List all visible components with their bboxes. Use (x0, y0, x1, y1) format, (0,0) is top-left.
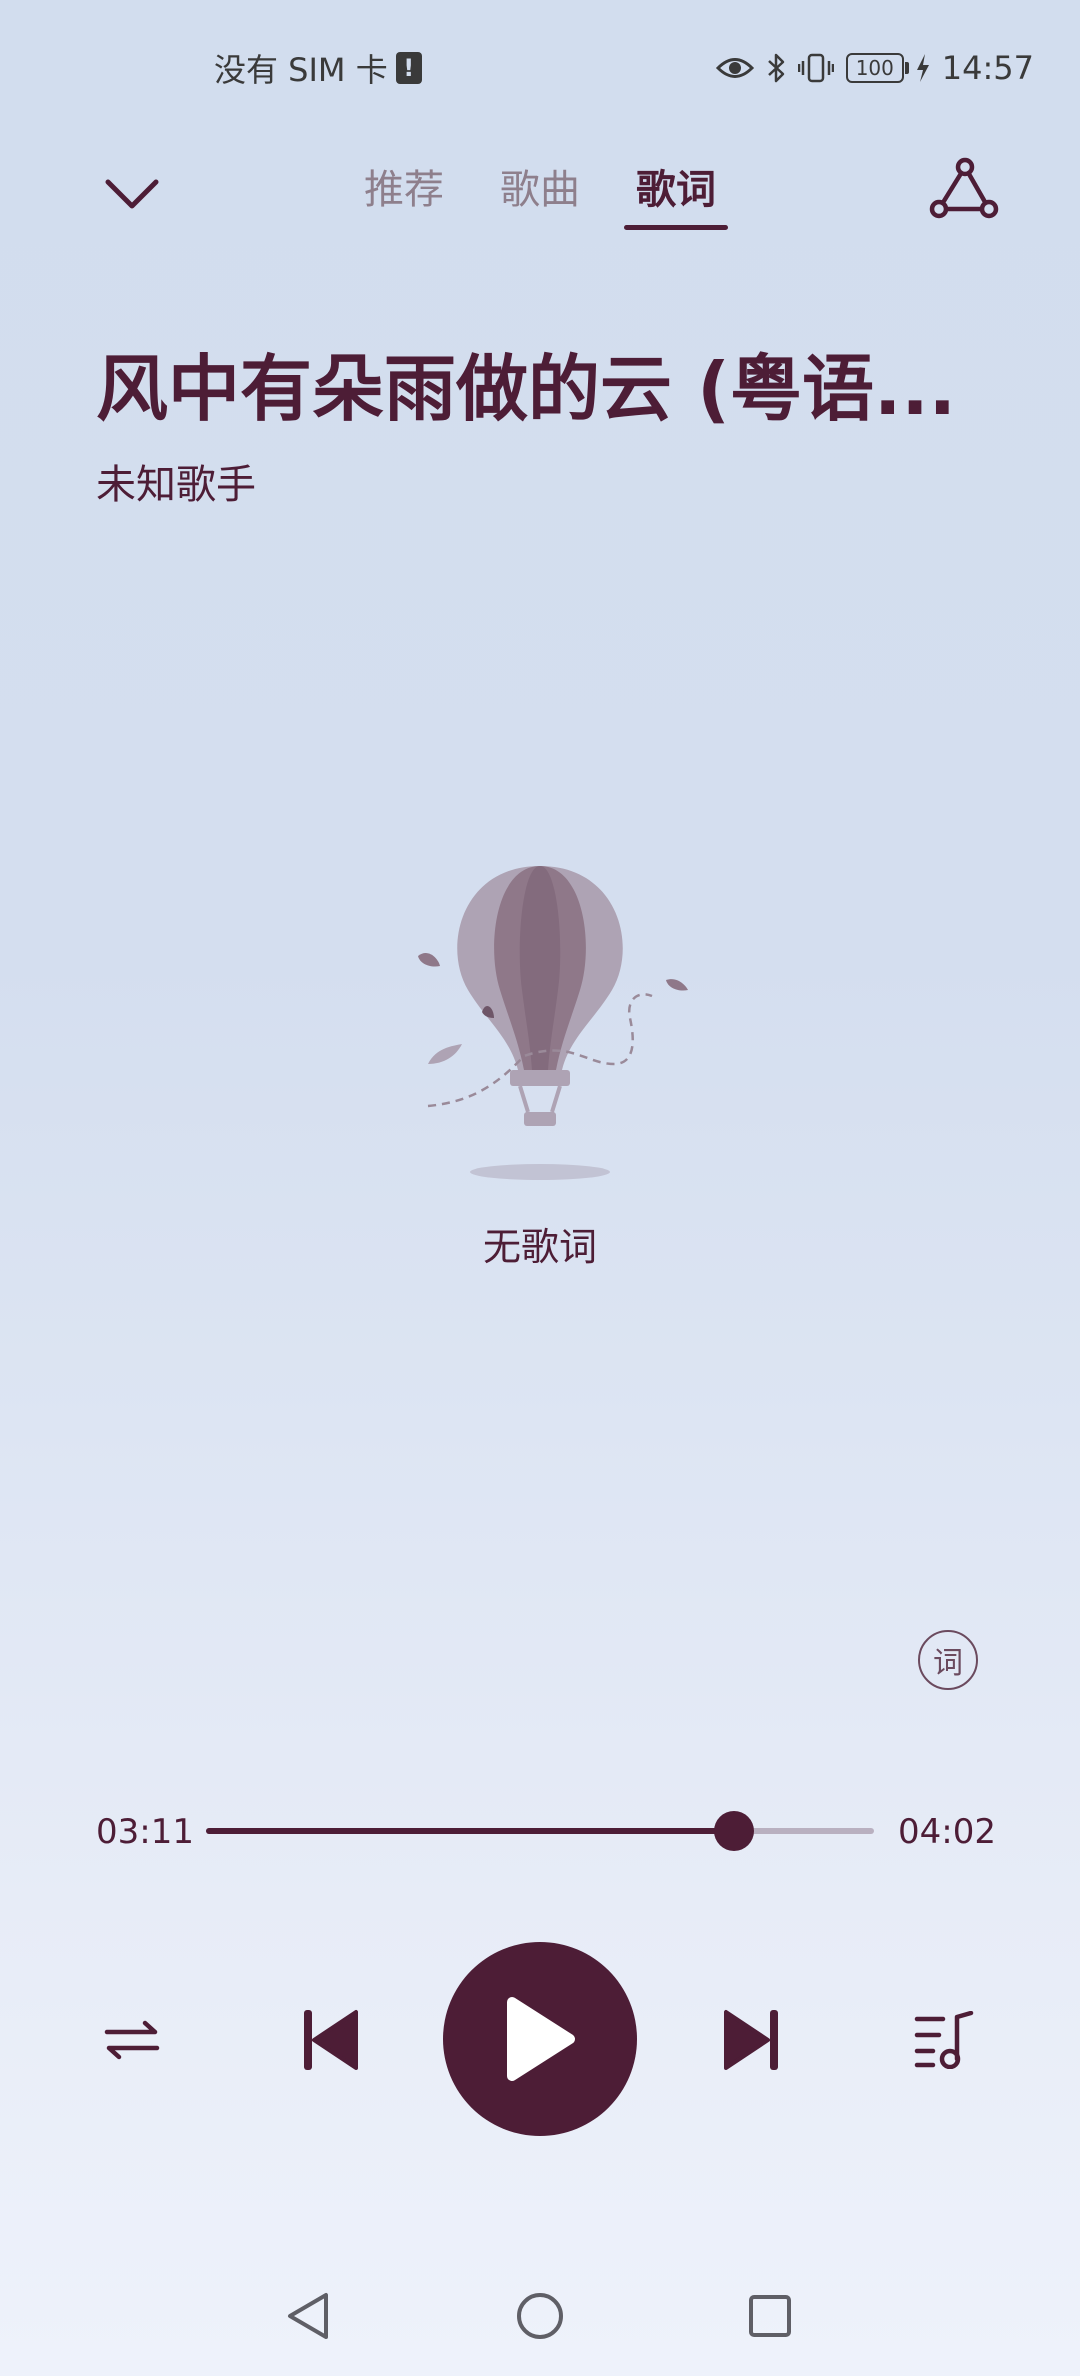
play-button[interactable] (443, 1942, 637, 2136)
tab-songs[interactable]: 歌曲 (496, 150, 584, 230)
previous-track-button[interactable] (286, 1996, 374, 2084)
battery-indicator: 100 (845, 53, 909, 83)
status-bar-left: 没有 SIM 卡 ! (214, 44, 422, 92)
play-icon (507, 1997, 575, 2081)
repeat-icon (104, 2020, 160, 2060)
skip-previous-icon (304, 2010, 358, 2070)
nav-recents-button[interactable] (740, 2286, 800, 2346)
vibrate-icon (797, 53, 834, 83)
bluetooth-icon (767, 53, 785, 83)
progress-fill (206, 1828, 734, 1834)
home-circle-icon (517, 2293, 563, 2339)
next-track-button[interactable] (708, 1996, 796, 2084)
tab-lyrics[interactable]: 歌词 (624, 150, 728, 230)
nav-home-button[interactable] (510, 2286, 570, 2346)
clock: 14:57 (941, 49, 1034, 87)
eye-comfort-icon (715, 58, 754, 78)
sim-alert-icon: ! (395, 52, 422, 84)
carrier-label: 没有 SIM 卡 (214, 51, 388, 89)
charging-icon (916, 54, 929, 82)
current-time: 03:11 (96, 1812, 194, 1852)
lyric-toggle-button[interactable]: 词 (918, 1630, 978, 1690)
status-bar-right: 100 14:57 (715, 44, 1034, 92)
hot-air-balloon-illustration (418, 866, 688, 1180)
share-icon (929, 157, 999, 219)
progress-slider[interactable] (206, 1811, 874, 1851)
recents-square-icon (749, 2295, 791, 2337)
artist-name[interactable]: 未知歌手 (96, 452, 256, 510)
playlist-icon (914, 2011, 974, 2069)
no-lyrics-message: 无歌词 (482, 1225, 597, 1269)
back-triangle-icon (288, 2293, 328, 2339)
playlist-button[interactable] (904, 2000, 984, 2080)
total-time: 04:02 (898, 1812, 996, 1852)
song-title: 风中有朵雨做的云 (粤语... (96, 347, 957, 431)
skip-next-icon (724, 2010, 778, 2070)
tab-bar: 推荐 歌曲 歌词 (0, 150, 1080, 230)
nav-back-button[interactable] (278, 2286, 338, 2346)
tab-recommend[interactable]: 推荐 (360, 150, 448, 230)
progress-thumb[interactable] (713, 1811, 754, 1851)
share-button[interactable] (924, 148, 1004, 228)
repeat-button[interactable] (92, 2000, 172, 2080)
